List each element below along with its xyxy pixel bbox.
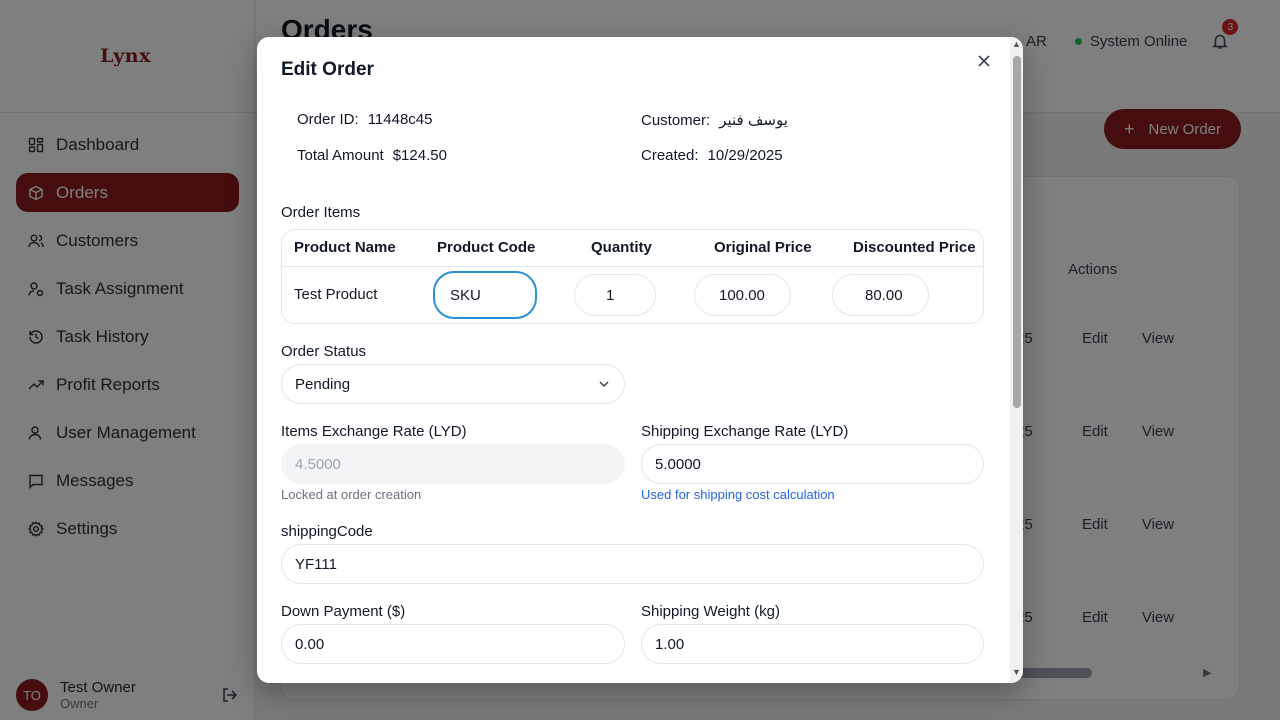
shipping-exchange-rate-label: Shipping Exchange Rate (LYD) bbox=[641, 423, 849, 440]
order-status-select[interactable]: Pending bbox=[281, 364, 625, 404]
total-amount-value: $124.50 bbox=[392, 147, 447, 164]
shipping-exchange-rate-input[interactable]: 5.0000 bbox=[641, 444, 984, 484]
edit-order-modal: Edit Order Order ID: 11448c45 Customer: يو… bbox=[257, 37, 1023, 683]
created-value: 10/29/2025 bbox=[707, 147, 783, 164]
chevron-down-icon bbox=[599, 381, 609, 388]
modal-vertical-scrollbar[interactable]: ▲ ▼ bbox=[1010, 37, 1023, 683]
shipping-weight-input[interactable]: 1.00 bbox=[641, 624, 984, 664]
total-amount-info: Total Amount $124.50 bbox=[297, 147, 447, 164]
order-items-label: Order Items bbox=[281, 204, 361, 221]
quantity-input[interactable]: 1 bbox=[574, 274, 656, 316]
scroll-up-arrow-icon[interactable]: ▲ bbox=[1012, 39, 1021, 49]
shipping-weight-label: Shipping Weight (kg) bbox=[641, 603, 780, 620]
column-header-original-price: Original Price bbox=[714, 239, 812, 256]
close-icon bbox=[978, 55, 990, 67]
product-code-input[interactable]: SKU bbox=[433, 271, 537, 319]
created-info: Created: 10/29/2025 bbox=[641, 147, 783, 164]
column-header-discounted-price: Discounted Price bbox=[853, 239, 976, 256]
table-header-divider bbox=[282, 266, 983, 267]
original-price-input[interactable]: 100.00 bbox=[694, 274, 791, 316]
created-label: Created: bbox=[641, 147, 699, 164]
order-id-info: Order ID: 11448c45 bbox=[297, 111, 432, 128]
order-id-value: 11448c45 bbox=[367, 111, 433, 128]
column-header-quantity: Quantity bbox=[591, 239, 652, 256]
order-items-table: Product Name Product Code Quantity Origi… bbox=[281, 229, 984, 324]
scrollbar-thumb[interactable] bbox=[1013, 56, 1021, 408]
order-status-label: Order Status bbox=[281, 343, 367, 360]
scroll-down-arrow-icon[interactable]: ▼ bbox=[1012, 667, 1021, 677]
shipping-rate-hint: Used for shipping cost calculation bbox=[641, 487, 835, 502]
items-exchange-rate-input: 4.5000 bbox=[281, 444, 625, 484]
discounted-price-input[interactable]: 80.00 bbox=[832, 274, 929, 316]
shipping-code-input[interactable]: YF111 bbox=[281, 544, 984, 584]
customer-label: Customer: bbox=[641, 112, 711, 129]
customer-info: Customer: يوسف فنير bbox=[641, 111, 788, 129]
customer-value: يوسف فنير bbox=[719, 112, 788, 129]
shipping-code-label: shippingCode bbox=[281, 523, 373, 540]
order-id-label: Order ID: bbox=[297, 111, 359, 128]
close-button[interactable] bbox=[976, 53, 992, 69]
product-name-cell: Test Product bbox=[294, 286, 378, 303]
column-header-product-name: Product Name bbox=[294, 239, 396, 256]
modal-title: Edit Order bbox=[281, 59, 374, 80]
down-payment-label: Down Payment ($) bbox=[281, 603, 406, 620]
order-status-value: Pending bbox=[295, 375, 351, 393]
column-header-product-code: Product Code bbox=[437, 239, 536, 256]
down-payment-input[interactable]: 0.00 bbox=[281, 624, 625, 664]
items-rate-hint: Locked at order creation bbox=[281, 487, 422, 502]
total-amount-label: Total Amount bbox=[297, 147, 384, 164]
items-exchange-rate-label: Items Exchange Rate (LYD) bbox=[281, 423, 467, 440]
